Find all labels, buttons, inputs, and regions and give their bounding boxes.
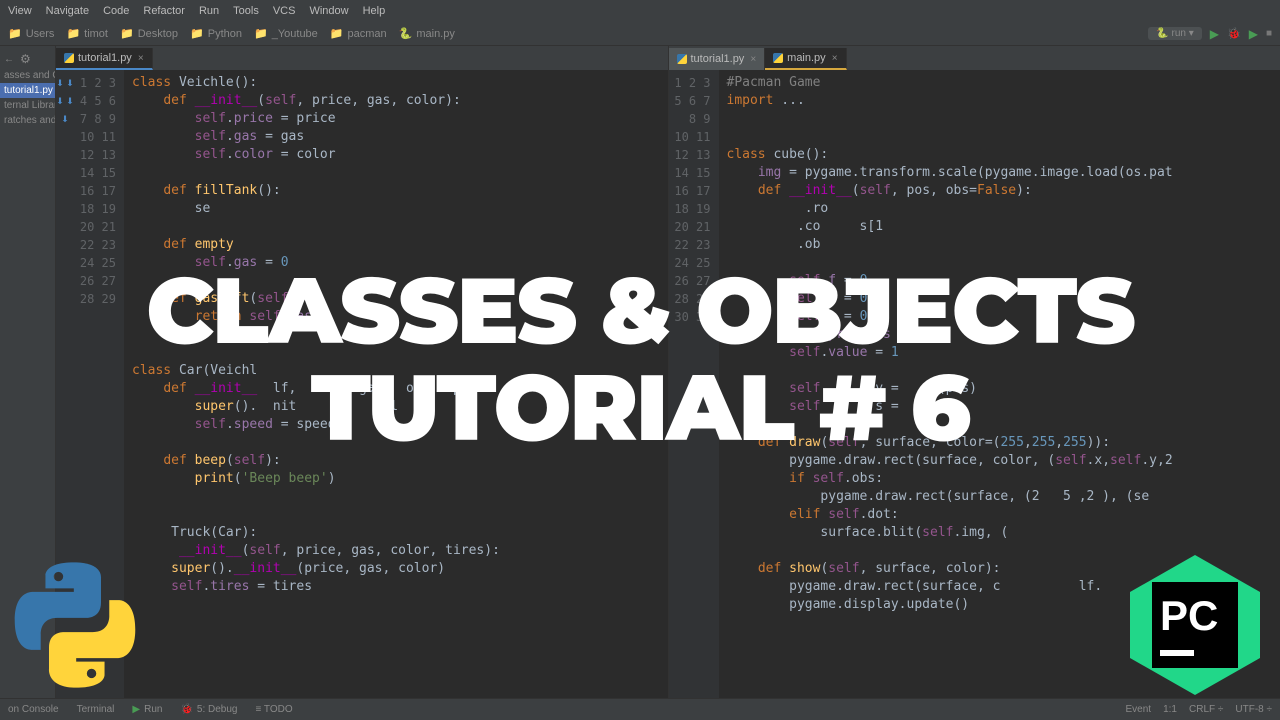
sidebar-item-root[interactable]: asses and Ob bbox=[0, 68, 55, 83]
menu-view[interactable]: View bbox=[8, 5, 32, 17]
settings-icon[interactable]: ⚙ bbox=[20, 52, 31, 66]
menu-navigate[interactable]: Navigate bbox=[46, 5, 89, 17]
left-tabs: tutorial1.py× bbox=[56, 46, 668, 70]
tool-run[interactable]: ▶Run bbox=[132, 704, 162, 715]
tab-tutorial1-right[interactable]: tutorial1.py× bbox=[669, 48, 766, 70]
debug-button[interactable]: 🐞 bbox=[1227, 27, 1241, 40]
breadcrumb-bar: 📁Users 📁timot 📁Desktop 📁Python 📁_Youtube… bbox=[0, 22, 1280, 46]
python-file-icon bbox=[64, 53, 74, 63]
menu-vcs[interactable]: VCS bbox=[273, 5, 296, 17]
menu-tools[interactable]: Tools bbox=[233, 5, 259, 17]
pycharm-logo: PC bbox=[1120, 550, 1270, 700]
folder-icon: 📁 bbox=[66, 27, 80, 40]
menu-code[interactable]: Code bbox=[103, 5, 129, 17]
tab-tutorial1-left[interactable]: tutorial1.py× bbox=[56, 48, 153, 70]
right-tabs: tutorial1.py× main.py× bbox=[669, 46, 1280, 70]
menu-window[interactable]: Window bbox=[309, 5, 348, 17]
bottom-toolbar: on Console Terminal ▶Run 🐞5: Debug ≡ TOD… bbox=[0, 698, 1280, 720]
sidebar-item-external[interactable]: ternal Librari bbox=[0, 98, 55, 113]
tool-debug[interactable]: 🐞5: Debug bbox=[180, 704, 237, 715]
crumb-desktop[interactable]: 📁Desktop bbox=[120, 27, 178, 40]
run-config: 🐍 run ▾ ▶ 🐞 ▶ ■ bbox=[1148, 27, 1272, 41]
python-logo bbox=[10, 560, 140, 690]
collapse-icon[interactable]: ← bbox=[4, 54, 14, 65]
close-icon[interactable]: × bbox=[750, 54, 756, 65]
crumb-file[interactable]: 🐍main.py bbox=[399, 27, 455, 40]
run-coverage-button[interactable]: ▶ bbox=[1249, 27, 1258, 41]
left-editor-pane: tutorial1.py× ⬇ ⬇ ⬇ ⬇ ⬇ 1 2 3 4 5 6 7 8 … bbox=[56, 46, 669, 698]
tab-main-right[interactable]: main.py× bbox=[765, 48, 846, 70]
menu-help[interactable]: Help bbox=[363, 5, 386, 17]
line-sep[interactable]: CRLF ÷ bbox=[1189, 704, 1223, 715]
crumb-python[interactable]: 📁Python bbox=[190, 27, 242, 40]
folder-icon: 📁 bbox=[8, 27, 22, 40]
folder-icon: 📁 bbox=[190, 27, 204, 40]
crumb-pacman[interactable]: 📁pacman bbox=[330, 27, 387, 40]
tool-todo[interactable]: ≡ TODO bbox=[256, 704, 293, 715]
run-config-selector[interactable]: 🐍 run ▾ bbox=[1148, 27, 1202, 40]
python-file-icon: 🐍 bbox=[399, 27, 413, 40]
folder-icon: 📁 bbox=[120, 27, 134, 40]
tool-terminal[interactable]: Terminal bbox=[77, 704, 115, 715]
svg-text:PC: PC bbox=[1160, 592, 1218, 639]
folder-icon: 📁 bbox=[330, 27, 344, 40]
menu-run[interactable]: Run bbox=[199, 5, 219, 17]
line-gutter: 1 2 3 5 6 7 8 9 10 11 12 13 14 15 16 17 … bbox=[669, 70, 719, 698]
left-code-area[interactable]: ⬇ ⬇ ⬇ ⬇ ⬇ 1 2 3 4 5 6 7 8 9 10 11 12 13 … bbox=[56, 70, 668, 698]
encoding[interactable]: UTF-8 ÷ bbox=[1235, 704, 1272, 715]
code-content[interactable]: class Veichle(): def __init__(self, pric… bbox=[124, 70, 668, 698]
cursor-pos: 1:1 bbox=[1163, 704, 1177, 715]
tool-python-console[interactable]: on Console bbox=[8, 704, 59, 715]
close-icon[interactable]: × bbox=[832, 53, 838, 64]
python-file-icon bbox=[677, 54, 687, 64]
event-log[interactable]: Event bbox=[1126, 704, 1152, 715]
sidebar-item-scratches[interactable]: ratches and C bbox=[0, 113, 55, 128]
python-file-icon bbox=[773, 53, 783, 63]
sidebar-item-tutorial1[interactable]: tutorial1.py bbox=[0, 83, 55, 98]
stop-button[interactable]: ■ bbox=[1266, 28, 1272, 39]
run-button[interactable]: ▶ bbox=[1210, 27, 1219, 41]
menubar: View Navigate Code Refactor Run Tools VC… bbox=[0, 0, 1280, 22]
close-icon[interactable]: × bbox=[138, 53, 144, 64]
menu-refactor[interactable]: Refactor bbox=[143, 5, 185, 17]
crumb-youtube[interactable]: 📁_Youtube bbox=[254, 27, 318, 40]
folder-icon: 📁 bbox=[254, 27, 268, 40]
crumb-timot[interactable]: 📁timot bbox=[66, 27, 108, 40]
crumb-users[interactable]: 📁Users bbox=[8, 27, 54, 40]
